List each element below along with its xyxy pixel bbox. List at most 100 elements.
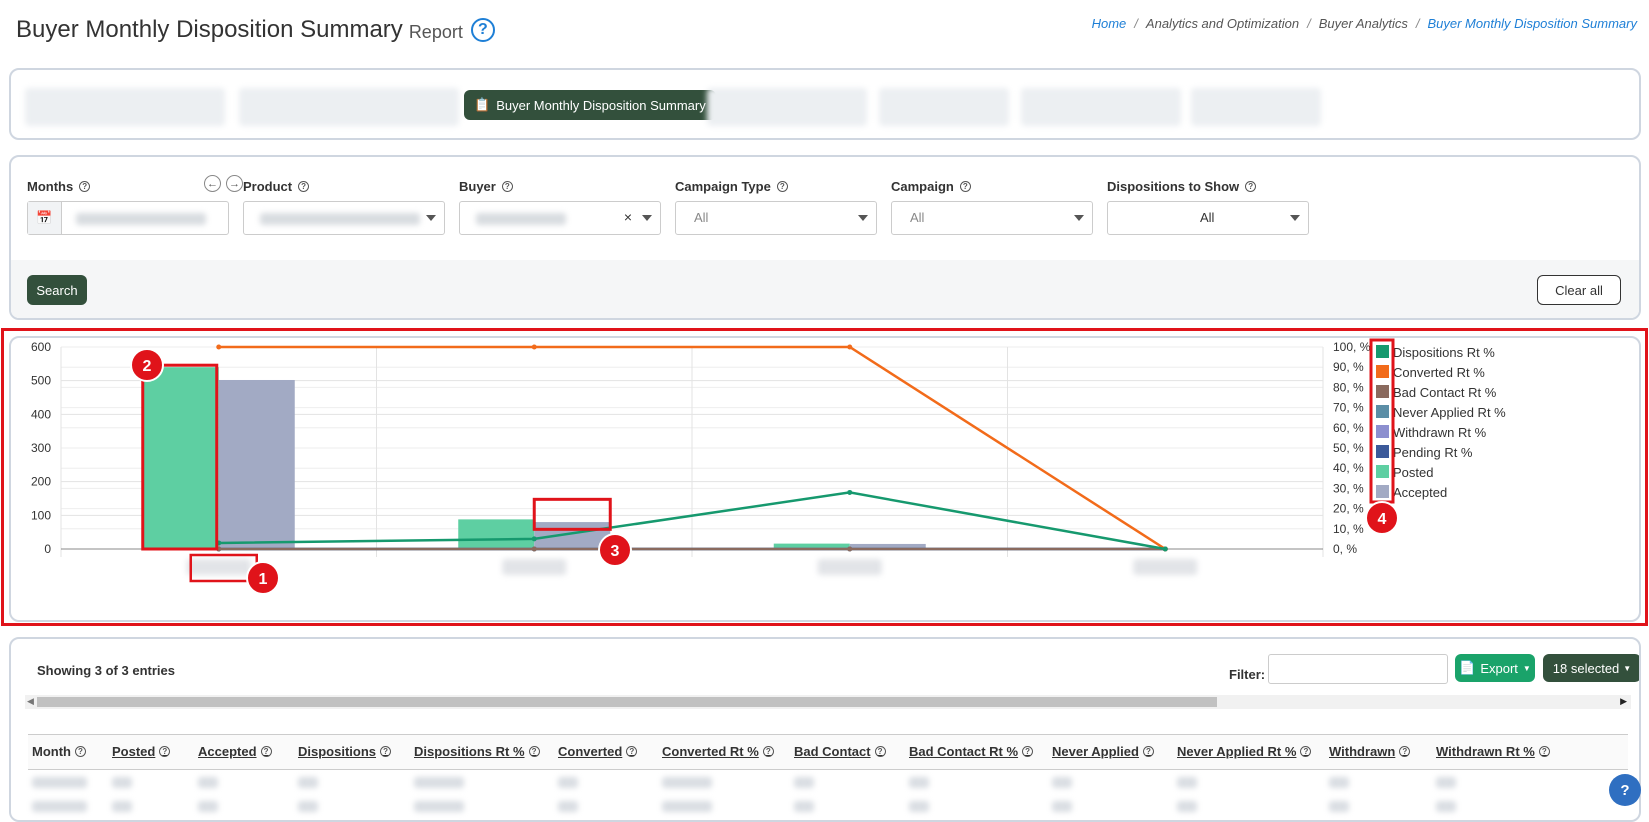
cell-redacted xyxy=(558,801,578,812)
clear-x-icon[interactable]: × xyxy=(624,209,632,225)
campaign-value: All xyxy=(910,210,925,225)
column-header-posted[interactable]: Posted? xyxy=(112,744,171,759)
column-header-label: Withdrawn xyxy=(1329,744,1396,759)
showing-entries: Showing 3 of 3 entries xyxy=(37,663,175,678)
series-point xyxy=(531,344,537,350)
scrollbar-thumb[interactable] xyxy=(37,697,1217,707)
right-tick-label: 40, % xyxy=(1333,461,1364,475)
search-button[interactable]: Search xyxy=(27,275,87,305)
chevron-down-icon xyxy=(858,215,868,221)
column-header-dispositions-rt[interactable]: Dispositions Rt %? xyxy=(414,744,540,759)
right-tick-label: 20, % xyxy=(1333,502,1364,516)
column-header-bad-contact-rt[interactable]: Bad Contact Rt %? xyxy=(909,744,1034,759)
combo-chart: 600 500 400 300 200 100 0 100, % 90, % 80, % 70, %… xyxy=(31,338,1506,595)
right-tick-label: 90, % xyxy=(1333,360,1364,374)
column-header-bad-contact[interactable]: Bad Contact? xyxy=(794,744,886,759)
legend-swatch xyxy=(1376,425,1389,438)
campaign-type-select[interactable]: All xyxy=(675,201,877,235)
cell-redacted xyxy=(1329,777,1349,788)
campaign-select[interactable]: All xyxy=(891,201,1093,235)
report-tab-redacted[interactable] xyxy=(707,88,867,126)
cell-redacted xyxy=(1052,801,1072,812)
help-icon: ? xyxy=(762,746,774,757)
horizontal-scrollbar[interactable]: ◀ ▶ xyxy=(25,695,1631,709)
chat-support-icon[interactable]: ? xyxy=(1609,774,1641,806)
tab-buyer-monthly-disposition-summary[interactable]: 📋 Buyer Monthly Disposition Summary xyxy=(464,90,716,120)
help-icon: ? xyxy=(298,181,310,192)
scroll-right-icon[interactable]: ▶ xyxy=(1620,696,1627,707)
report-tab-redacted[interactable] xyxy=(1191,88,1321,126)
breadcrumb-home[interactable]: Home xyxy=(1092,16,1127,31)
export-button[interactable]: 📄 Export ▼ xyxy=(1455,654,1535,682)
left-tick-label: 200 xyxy=(31,475,51,489)
column-header-converted[interactable]: Converted? xyxy=(558,744,638,759)
column-header-never-applied[interactable]: Never Applied? xyxy=(1052,744,1154,759)
product-select[interactable] xyxy=(243,201,445,235)
month-nav: ← → xyxy=(204,175,243,192)
cell-redacted xyxy=(112,777,132,788)
column-header-month[interactable]: Month? xyxy=(32,744,86,759)
column-header-label: Posted xyxy=(112,744,156,759)
column-header-label: Converted Rt % xyxy=(662,744,759,759)
legend-swatch xyxy=(1376,365,1389,378)
months-value-redacted xyxy=(76,213,206,225)
cell-redacted xyxy=(298,777,318,788)
bar-posted xyxy=(142,367,219,549)
column-header-label: Converted xyxy=(558,744,623,759)
column-header-never-applied-rt[interactable]: Never Applied Rt %? xyxy=(1177,744,1312,759)
left-tick-label: 500 xyxy=(31,374,51,388)
legend-label: Bad Contact Rt % xyxy=(1393,385,1497,400)
legend-label: Dispositions Rt % xyxy=(1393,345,1495,360)
help-icon: ? xyxy=(260,746,272,757)
help-icon[interactable]: ? xyxy=(470,18,495,42)
breadcrumb-separator: / xyxy=(1134,16,1138,31)
column-header-withdrawn[interactable]: Withdrawn? xyxy=(1329,744,1411,759)
column-header-converted-rt[interactable]: Converted Rt %? xyxy=(662,744,774,759)
category-label-redacted xyxy=(502,559,567,575)
scroll-left-icon[interactable]: ◀ xyxy=(27,696,34,707)
cell-redacted xyxy=(794,777,814,788)
filter-input[interactable] xyxy=(1268,654,1448,684)
arrow-right-icon[interactable]: → xyxy=(226,175,243,192)
calendar-icon: 📅 xyxy=(28,202,62,234)
arrow-left-icon[interactable]: ← xyxy=(204,175,221,192)
breadcrumb: Home / Analytics and Optimization / Buye… xyxy=(1092,16,1637,31)
cell-redacted xyxy=(794,801,814,812)
campaign-type-label: Campaign Type? xyxy=(675,179,788,194)
report-tab-redacted[interactable] xyxy=(25,88,225,126)
clear-all-button[interactable]: Clear all xyxy=(1537,275,1621,305)
legend-swatch xyxy=(1376,485,1389,498)
cell-redacted xyxy=(662,777,712,788)
column-header-withdrawn-rt[interactable]: Withdrawn Rt %? xyxy=(1436,744,1550,759)
breadcrumb-buyer-analytics: Buyer Analytics xyxy=(1318,16,1408,31)
report-tab-redacted[interactable] xyxy=(1021,88,1181,126)
cell-redacted xyxy=(112,801,132,812)
column-header-label: Dispositions Rt % xyxy=(414,744,525,759)
legend-swatch xyxy=(1376,385,1389,398)
help-icon: ? xyxy=(528,746,540,757)
column-header-accepted[interactable]: Accepted? xyxy=(198,744,272,759)
table-row xyxy=(28,796,1628,818)
dispositions-select[interactable]: All xyxy=(1107,201,1309,235)
column-header-label: Withdrawn Rt % xyxy=(1436,744,1535,759)
buyer-select[interactable]: × xyxy=(459,201,661,235)
category-label-redacted xyxy=(186,559,251,575)
series-point xyxy=(847,489,853,495)
cell-redacted xyxy=(414,777,464,788)
left-tick-label: 400 xyxy=(31,407,51,421)
breadcrumb-current[interactable]: Buyer Monthly Disposition Summary xyxy=(1427,16,1637,31)
right-tick-label: 60, % xyxy=(1333,421,1364,435)
legend-label: Accepted xyxy=(1393,485,1447,500)
right-tick-label: 0, % xyxy=(1333,542,1357,556)
column-header-dispositions[interactable]: Dispositions? xyxy=(298,744,392,759)
cell-redacted xyxy=(1436,801,1456,812)
column-header-label: Accepted xyxy=(198,744,257,759)
report-tab-redacted[interactable] xyxy=(879,88,1009,126)
column-select-button[interactable]: 18 selected ▼ xyxy=(1543,654,1639,682)
help-icon: ? xyxy=(1300,746,1312,757)
help-icon: ? xyxy=(1022,746,1034,757)
months-input[interactable]: 📅 xyxy=(27,201,229,235)
report-tab-redacted[interactable] xyxy=(239,88,459,126)
product-value-redacted xyxy=(260,213,420,225)
cell-redacted xyxy=(198,801,218,812)
